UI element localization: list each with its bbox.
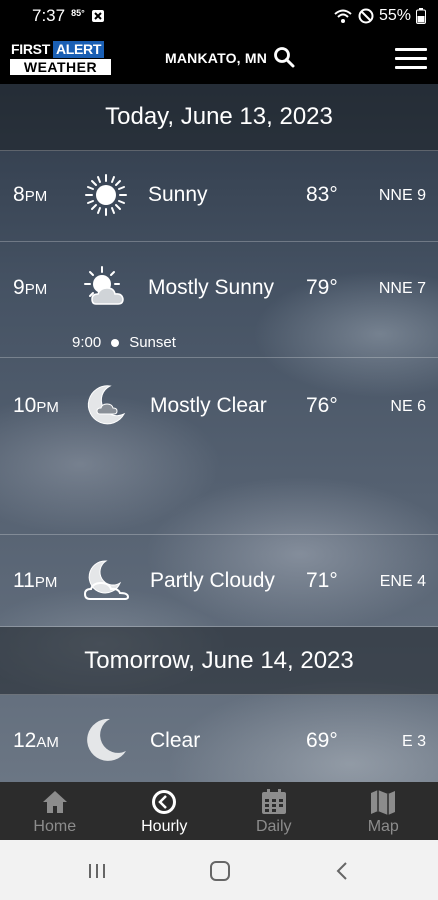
partly-sunny-icon: [84, 266, 124, 305]
hour-row[interactable]: 9PM Mostly Sunny 79° NNE 7 9:00 Sunset: [0, 242, 438, 358]
home-icon: [42, 791, 67, 813]
hour-condition: Partly Cloudy: [150, 569, 275, 592]
hour-condition: Sunny: [148, 183, 208, 206]
hour-wind: NNE 9: [378, 187, 426, 204]
moon-icon: [87, 718, 126, 761]
map-icon: [371, 790, 396, 815]
status-right: 55%: [333, 7, 426, 25]
moon-cloud-icon: [87, 385, 126, 425]
status-time: 7:37: [32, 6, 66, 25]
sunset-icon: [111, 338, 120, 347]
hour-wind: NNE 7: [378, 280, 426, 297]
logo-weather: WEATHER: [10, 59, 111, 75]
hour-time: 12AM: [13, 729, 59, 752]
hour-temp: 83°: [306, 183, 338, 206]
sun-icon: [85, 174, 127, 216]
logo-top: FIRST ALERT: [10, 41, 111, 58]
date-header-today: Today, June 13, 2023: [0, 84, 438, 151]
hour-row[interactable]: 10PM Mostly Clear 76° NE 6: [0, 358, 438, 535]
nav-daily[interactable]: Daily: [219, 782, 329, 840]
hour-wind: ENE 4: [379, 573, 426, 590]
nav-map-label: Map: [367, 818, 399, 835]
logo-alert: ALERT: [52, 41, 105, 58]
status-left: 7:37 85°: [32, 6, 105, 26]
hour-condition: Mostly Sunny: [148, 276, 275, 299]
hour-row[interactable]: 8PM Sunny 83° NNE 9: [0, 151, 438, 242]
hour-temp: 76°: [306, 394, 338, 417]
back-icon[interactable]: [335, 861, 349, 881]
hour-time: 8PM: [13, 183, 48, 206]
wifi-icon: [334, 9, 352, 23]
recent-apps-icon[interactable]: [87, 862, 107, 880]
search-icon[interactable]: [273, 46, 295, 68]
logo-first: FIRST: [11, 41, 50, 57]
calendar-icon: [261, 789, 286, 814]
app-header: FIRST ALERT WEATHER MANKATO, MN: [0, 32, 438, 84]
battery-icon: [416, 8, 426, 24]
hour-temp: 79°: [306, 276, 338, 299]
hour-condition: Mostly Clear: [150, 394, 267, 417]
hour-temp: 69°: [306, 729, 338, 752]
location-label[interactable]: MANKATO, MN: [165, 50, 267, 66]
hamburger-menu-icon[interactable]: [395, 48, 427, 70]
first-alert-weather-logo[interactable]: FIRST ALERT WEATHER: [10, 41, 111, 75]
status-temp-badge: 85°: [71, 8, 85, 18]
nav-hourly-label: Hourly: [141, 818, 188, 835]
sunset-time: 9:00: [72, 334, 102, 351]
hour-condition: Clear: [150, 729, 201, 752]
nav-home-label: Home: [33, 818, 77, 835]
nav-hourly[interactable]: Hourly: [110, 782, 220, 840]
home-button-icon[interactable]: [209, 861, 231, 881]
status-bar: 7:37 85° 55%: [0, 0, 438, 32]
hour-wind: E 3: [401, 733, 426, 750]
nav-daily-label: Daily: [255, 818, 292, 835]
notification-icon: [91, 10, 104, 22]
moon-cloud-icon: [83, 560, 130, 600]
hour-wind: NE 6: [390, 398, 426, 415]
hour-row[interactable]: 11PM Partly Cloudy 71° ENE 4: [0, 535, 438, 627]
hour-row[interactable]: 12AM Clear 69° E 3: [0, 695, 438, 782]
date-header-tomorrow: Tomorrow, June 14, 2023: [0, 627, 438, 695]
nav-home[interactable]: Home: [0, 782, 110, 840]
battery-percent: 55%: [378, 7, 411, 24]
do-not-disturb-icon: [358, 8, 374, 24]
hour-temp: 71°: [306, 569, 338, 592]
hourly-forecast-list[interactable]: Today, June 13, 2023 8PM Sunny 83° NNE 9…: [0, 84, 438, 782]
hour-time: 9PM: [13, 276, 48, 299]
sunset-info: 9:00 Sunset: [72, 334, 176, 351]
system-navigation-bar: [0, 840, 438, 900]
clock-icon: [152, 790, 177, 814]
hour-time: 10PM: [13, 394, 59, 417]
hour-time: 11PM: [13, 569, 58, 592]
nav-map[interactable]: Map: [329, 782, 438, 840]
sunset-label: Sunset: [129, 334, 176, 351]
bottom-navigation: Home Hourly Daily Map: [0, 782, 438, 840]
